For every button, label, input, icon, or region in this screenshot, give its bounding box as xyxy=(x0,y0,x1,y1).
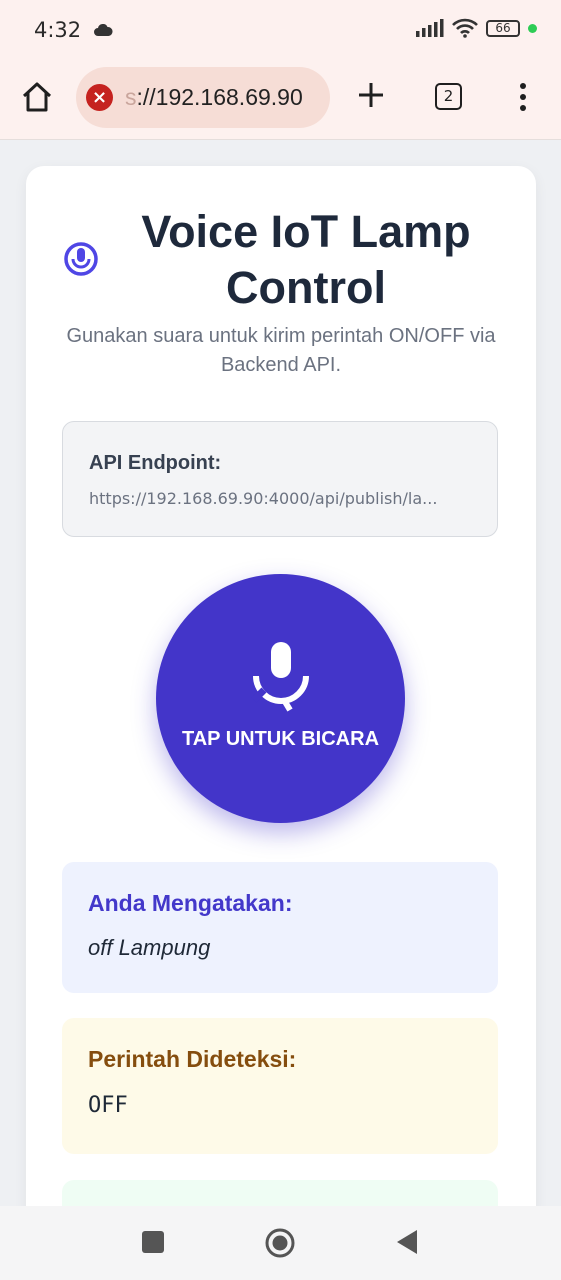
more-options-icon[interactable] xyxy=(512,82,534,112)
title-row: Voice IoT Lamp Control xyxy=(26,204,536,314)
home-icon[interactable] xyxy=(20,80,54,114)
status-bar: 4:32 66 xyxy=(0,0,561,60)
api-endpoint-box: API Endpoint: https://192.168.69.90:4000… xyxy=(62,421,498,537)
tap-to-speak-label: TAP UNTUK BICARA xyxy=(181,728,380,750)
wifi-icon xyxy=(452,18,478,38)
tap-to-speak-button[interactable]: TAP UNTUK BICARA xyxy=(156,574,405,823)
green-dot-icon xyxy=(528,23,537,33)
detected-command-box: Perintah Dideteksi: OFF xyxy=(62,1018,498,1154)
api-endpoint-url: https://192.168.69.90:4000/api/publish/l… xyxy=(89,489,438,508)
status-icons: 66 xyxy=(416,18,537,38)
page-subtitle: Gunakan suara untuk kirim perintah ON/OF… xyxy=(66,325,496,376)
detected-command-label: Perintah Dideteksi: xyxy=(88,1046,297,1072)
main-card: Voice IoT Lamp Control Gunakan suara unt… xyxy=(26,166,536,1240)
recents-icon[interactable] xyxy=(142,1231,164,1253)
transcript-label: Anda Mengatakan: xyxy=(88,890,293,916)
signal-icon xyxy=(416,19,444,37)
battery-icon: 66 xyxy=(486,19,520,37)
url-text[interactable]: s://192.168.69.90 xyxy=(125,84,303,111)
new-tab-icon[interactable] xyxy=(354,78,388,112)
url-prefix: s xyxy=(125,84,137,110)
transcript-box: Anda Mengatakan: off Lampung xyxy=(62,862,498,993)
detected-command-value: OFF xyxy=(88,1093,128,1118)
system-nav-bar xyxy=(0,1206,561,1280)
url-host: ://192.168.69.90 xyxy=(136,84,303,110)
home-nav-icon[interactable] xyxy=(264,1227,296,1259)
browser-toolbar: × s://192.168.69.90 2 xyxy=(0,60,561,140)
transcript-text: off Lampung xyxy=(88,935,211,960)
status-time: 4:32 xyxy=(34,18,82,42)
back-icon[interactable] xyxy=(395,1229,419,1255)
microphone-icon xyxy=(64,242,98,276)
not-secure-warning-icon[interactable]: × xyxy=(86,84,113,111)
page-title: Voice IoT Lamp Control xyxy=(141,206,471,313)
address-bar[interactable]: × s://192.168.69.90 xyxy=(76,67,330,128)
api-endpoint-label: API Endpoint: xyxy=(89,452,222,474)
microphone-icon xyxy=(251,642,309,712)
cloud-icon xyxy=(94,24,113,36)
tab-switcher-button[interactable]: 2 xyxy=(435,83,462,110)
